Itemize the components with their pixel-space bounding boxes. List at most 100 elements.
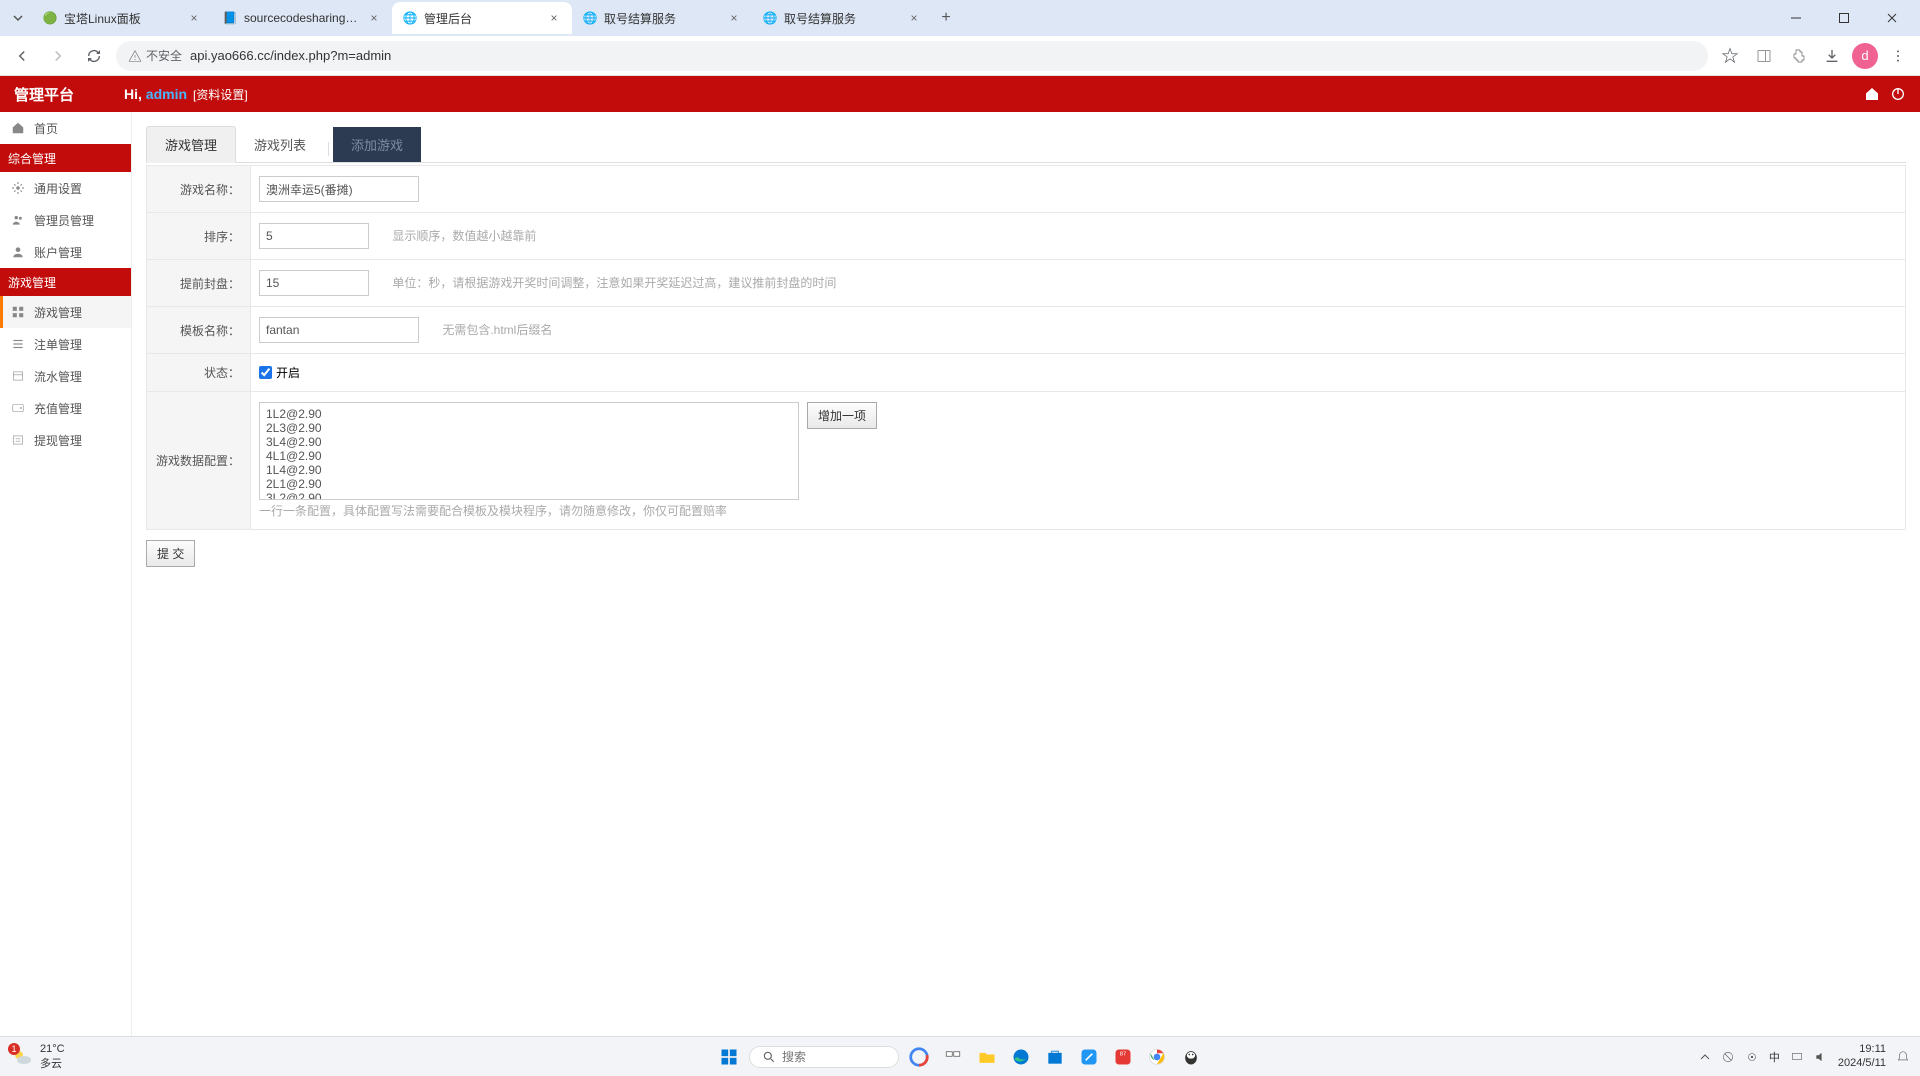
menu-icon[interactable] bbox=[1884, 42, 1912, 70]
tray-network-icon[interactable] bbox=[1790, 1050, 1804, 1064]
tab-game-mgmt[interactable]: 游戏管理 bbox=[146, 126, 236, 163]
explorer-icon[interactable] bbox=[973, 1043, 1001, 1071]
browser-tab-1[interactable]: 📘 sourcecodesharing --source… × bbox=[212, 2, 392, 34]
main-content: 游戏管理 游戏列表 添加游戏 游戏名称： 排序： 显示顺序，数值越小越靠前 提前… bbox=[132, 112, 1920, 1036]
label-game-name: 游戏名称： bbox=[147, 166, 251, 213]
tab-list-dropdown[interactable] bbox=[4, 4, 32, 32]
close-icon[interactable]: × bbox=[546, 10, 562, 26]
maximize-button[interactable] bbox=[1824, 4, 1864, 32]
status-checkbox[interactable] bbox=[259, 366, 272, 379]
close-icon[interactable]: × bbox=[726, 10, 742, 26]
sidebar-item-bets[interactable]: 注单管理 bbox=[0, 328, 131, 360]
game-name-input[interactable] bbox=[259, 176, 419, 202]
add-item-button[interactable]: 增加一项 bbox=[807, 402, 877, 429]
submit-button[interactable]: 提 交 bbox=[146, 540, 195, 567]
browser-tab-0[interactable]: 🟢 宝塔Linux面板 × bbox=[32, 2, 212, 34]
browser-tab-2[interactable]: 🌐 管理后台 × bbox=[392, 2, 572, 34]
url-input[interactable]: 不安全 api.yao666.cc/index.php?m=admin bbox=[116, 41, 1708, 71]
sidebar-item-label: 综合管理 bbox=[8, 150, 56, 167]
clock-date: 2024/5/11 bbox=[1838, 1057, 1886, 1070]
sidebar-item-label: 充值管理 bbox=[34, 400, 82, 417]
sidebar-item-label: 管理员管理 bbox=[34, 212, 94, 229]
copilot-icon[interactable] bbox=[905, 1043, 933, 1071]
sidebar-item-withdraw[interactable]: 提现管理 bbox=[0, 424, 131, 456]
power-icon[interactable] bbox=[1890, 86, 1906, 102]
browser-tab-4[interactable]: 🌐 取号结算服务 × bbox=[752, 2, 932, 34]
tab-title: 取号结算服务 bbox=[784, 10, 900, 27]
tray-chevron-icon[interactable] bbox=[1699, 1051, 1711, 1063]
presale-input[interactable] bbox=[259, 270, 369, 296]
security-label: 不安全 bbox=[146, 47, 182, 64]
back-button[interactable] bbox=[8, 42, 36, 70]
sidebar-item-home[interactable]: 首页 bbox=[0, 112, 131, 144]
ime-indicator[interactable]: 中 bbox=[1769, 1049, 1780, 1065]
profile-settings-link[interactable]: [资料设置] bbox=[193, 86, 248, 103]
taskbar-search[interactable] bbox=[749, 1046, 899, 1068]
sidebar-item-accounts[interactable]: 账户管理 bbox=[0, 236, 131, 268]
extensions-icon[interactable] bbox=[1784, 42, 1812, 70]
sidebar: 首页 综合管理 通用设置 管理员管理 账户管理 游戏管理 游戏管理 注单管理 bbox=[0, 112, 132, 1036]
sidebar-item-label: 注单管理 bbox=[34, 336, 82, 353]
sidebar-item-label: 提现管理 bbox=[34, 432, 82, 449]
browser-tab-3[interactable]: 🌐 取号结算服务 × bbox=[572, 2, 752, 34]
label-config: 游戏数据配置： bbox=[147, 392, 251, 530]
browser-tab-strip: 🟢 宝塔Linux面板 × 📘 sourcecodesharing --sour… bbox=[0, 0, 1920, 36]
reload-button[interactable] bbox=[80, 42, 108, 70]
profile-avatar[interactable]: d bbox=[1852, 43, 1878, 69]
app-icon-1[interactable] bbox=[1075, 1043, 1103, 1071]
sidebar-item-game-mgmt[interactable]: 游戏管理 bbox=[0, 296, 131, 328]
close-window-button[interactable] bbox=[1872, 4, 1912, 32]
weather-temp: 21°C bbox=[40, 1043, 65, 1055]
minimize-button[interactable] bbox=[1776, 4, 1816, 32]
forward-button[interactable] bbox=[44, 42, 72, 70]
sidebar-item-recharge[interactable]: 充值管理 bbox=[0, 392, 131, 424]
new-tab-button[interactable]: + bbox=[932, 4, 960, 32]
weather-widget[interactable]: 21°C 多云 bbox=[10, 1043, 65, 1071]
security-warning-icon[interactable]: 不安全 bbox=[128, 47, 182, 64]
start-button[interactable] bbox=[715, 1043, 743, 1071]
sidebar-item-flow[interactable]: 流水管理 bbox=[0, 360, 131, 392]
tray-sync-icon[interactable] bbox=[1721, 1050, 1735, 1064]
taskbar-search-input[interactable] bbox=[782, 1050, 882, 1064]
template-input[interactable] bbox=[259, 317, 419, 343]
tab-add-game[interactable]: 添加游戏 bbox=[333, 127, 421, 162]
sidebar-item-settings[interactable]: 通用设置 bbox=[0, 172, 131, 204]
username: admin bbox=[146, 86, 187, 102]
bookmark-icon[interactable] bbox=[1716, 42, 1744, 70]
config-textarea[interactable] bbox=[259, 402, 799, 500]
panel-icon[interactable] bbox=[1750, 42, 1778, 70]
sort-input[interactable] bbox=[259, 223, 369, 249]
sidebar-section-game[interactable]: 游戏管理 bbox=[0, 268, 131, 296]
sort-hint: 显示顺序，数值越小越靠前 bbox=[392, 229, 536, 243]
notifications-icon[interactable] bbox=[1896, 1050, 1910, 1064]
tray-location-icon[interactable] bbox=[1745, 1050, 1759, 1064]
home-icon[interactable] bbox=[1864, 86, 1880, 102]
platform-name: 管理平台 bbox=[14, 84, 74, 105]
admin-header: 管理平台 Hi, admin [资料设置] bbox=[0, 76, 1920, 112]
sidebar-item-admins[interactable]: 管理员管理 bbox=[0, 204, 131, 236]
weather-icon bbox=[10, 1045, 34, 1069]
qq-icon[interactable] bbox=[1177, 1043, 1205, 1071]
status-checkbox-wrap[interactable]: 开启 bbox=[259, 364, 1897, 381]
sidebar-item-label: 通用设置 bbox=[34, 180, 82, 197]
clock[interactable]: 19:11 2024/5/11 bbox=[1838, 1043, 1886, 1069]
tab-game-list[interactable]: 游戏列表 bbox=[236, 127, 324, 162]
task-view-icon[interactable] bbox=[939, 1043, 967, 1071]
favicon: 🌐 bbox=[762, 10, 778, 26]
close-icon[interactable]: × bbox=[366, 10, 382, 26]
svg-text:87: 87 bbox=[1120, 1051, 1126, 1057]
edge-icon[interactable] bbox=[1007, 1043, 1035, 1071]
sidebar-section-general[interactable]: 综合管理 bbox=[0, 144, 131, 172]
page-tabs: 游戏管理 游戏列表 添加游戏 bbox=[146, 126, 1906, 163]
store-icon[interactable] bbox=[1041, 1043, 1069, 1071]
chrome-icon[interactable] bbox=[1143, 1043, 1171, 1071]
tray-volume-icon[interactable] bbox=[1814, 1050, 1828, 1064]
favicon: 📘 bbox=[222, 10, 238, 26]
close-icon[interactable]: × bbox=[906, 10, 922, 26]
downloads-icon[interactable] bbox=[1818, 42, 1846, 70]
label-template: 模板名称： bbox=[147, 307, 251, 354]
app-icon-2[interactable]: 87 bbox=[1109, 1043, 1137, 1071]
close-icon[interactable]: × bbox=[186, 10, 202, 26]
status-checkbox-label: 开启 bbox=[276, 364, 300, 381]
label-status: 状态： bbox=[147, 354, 251, 392]
